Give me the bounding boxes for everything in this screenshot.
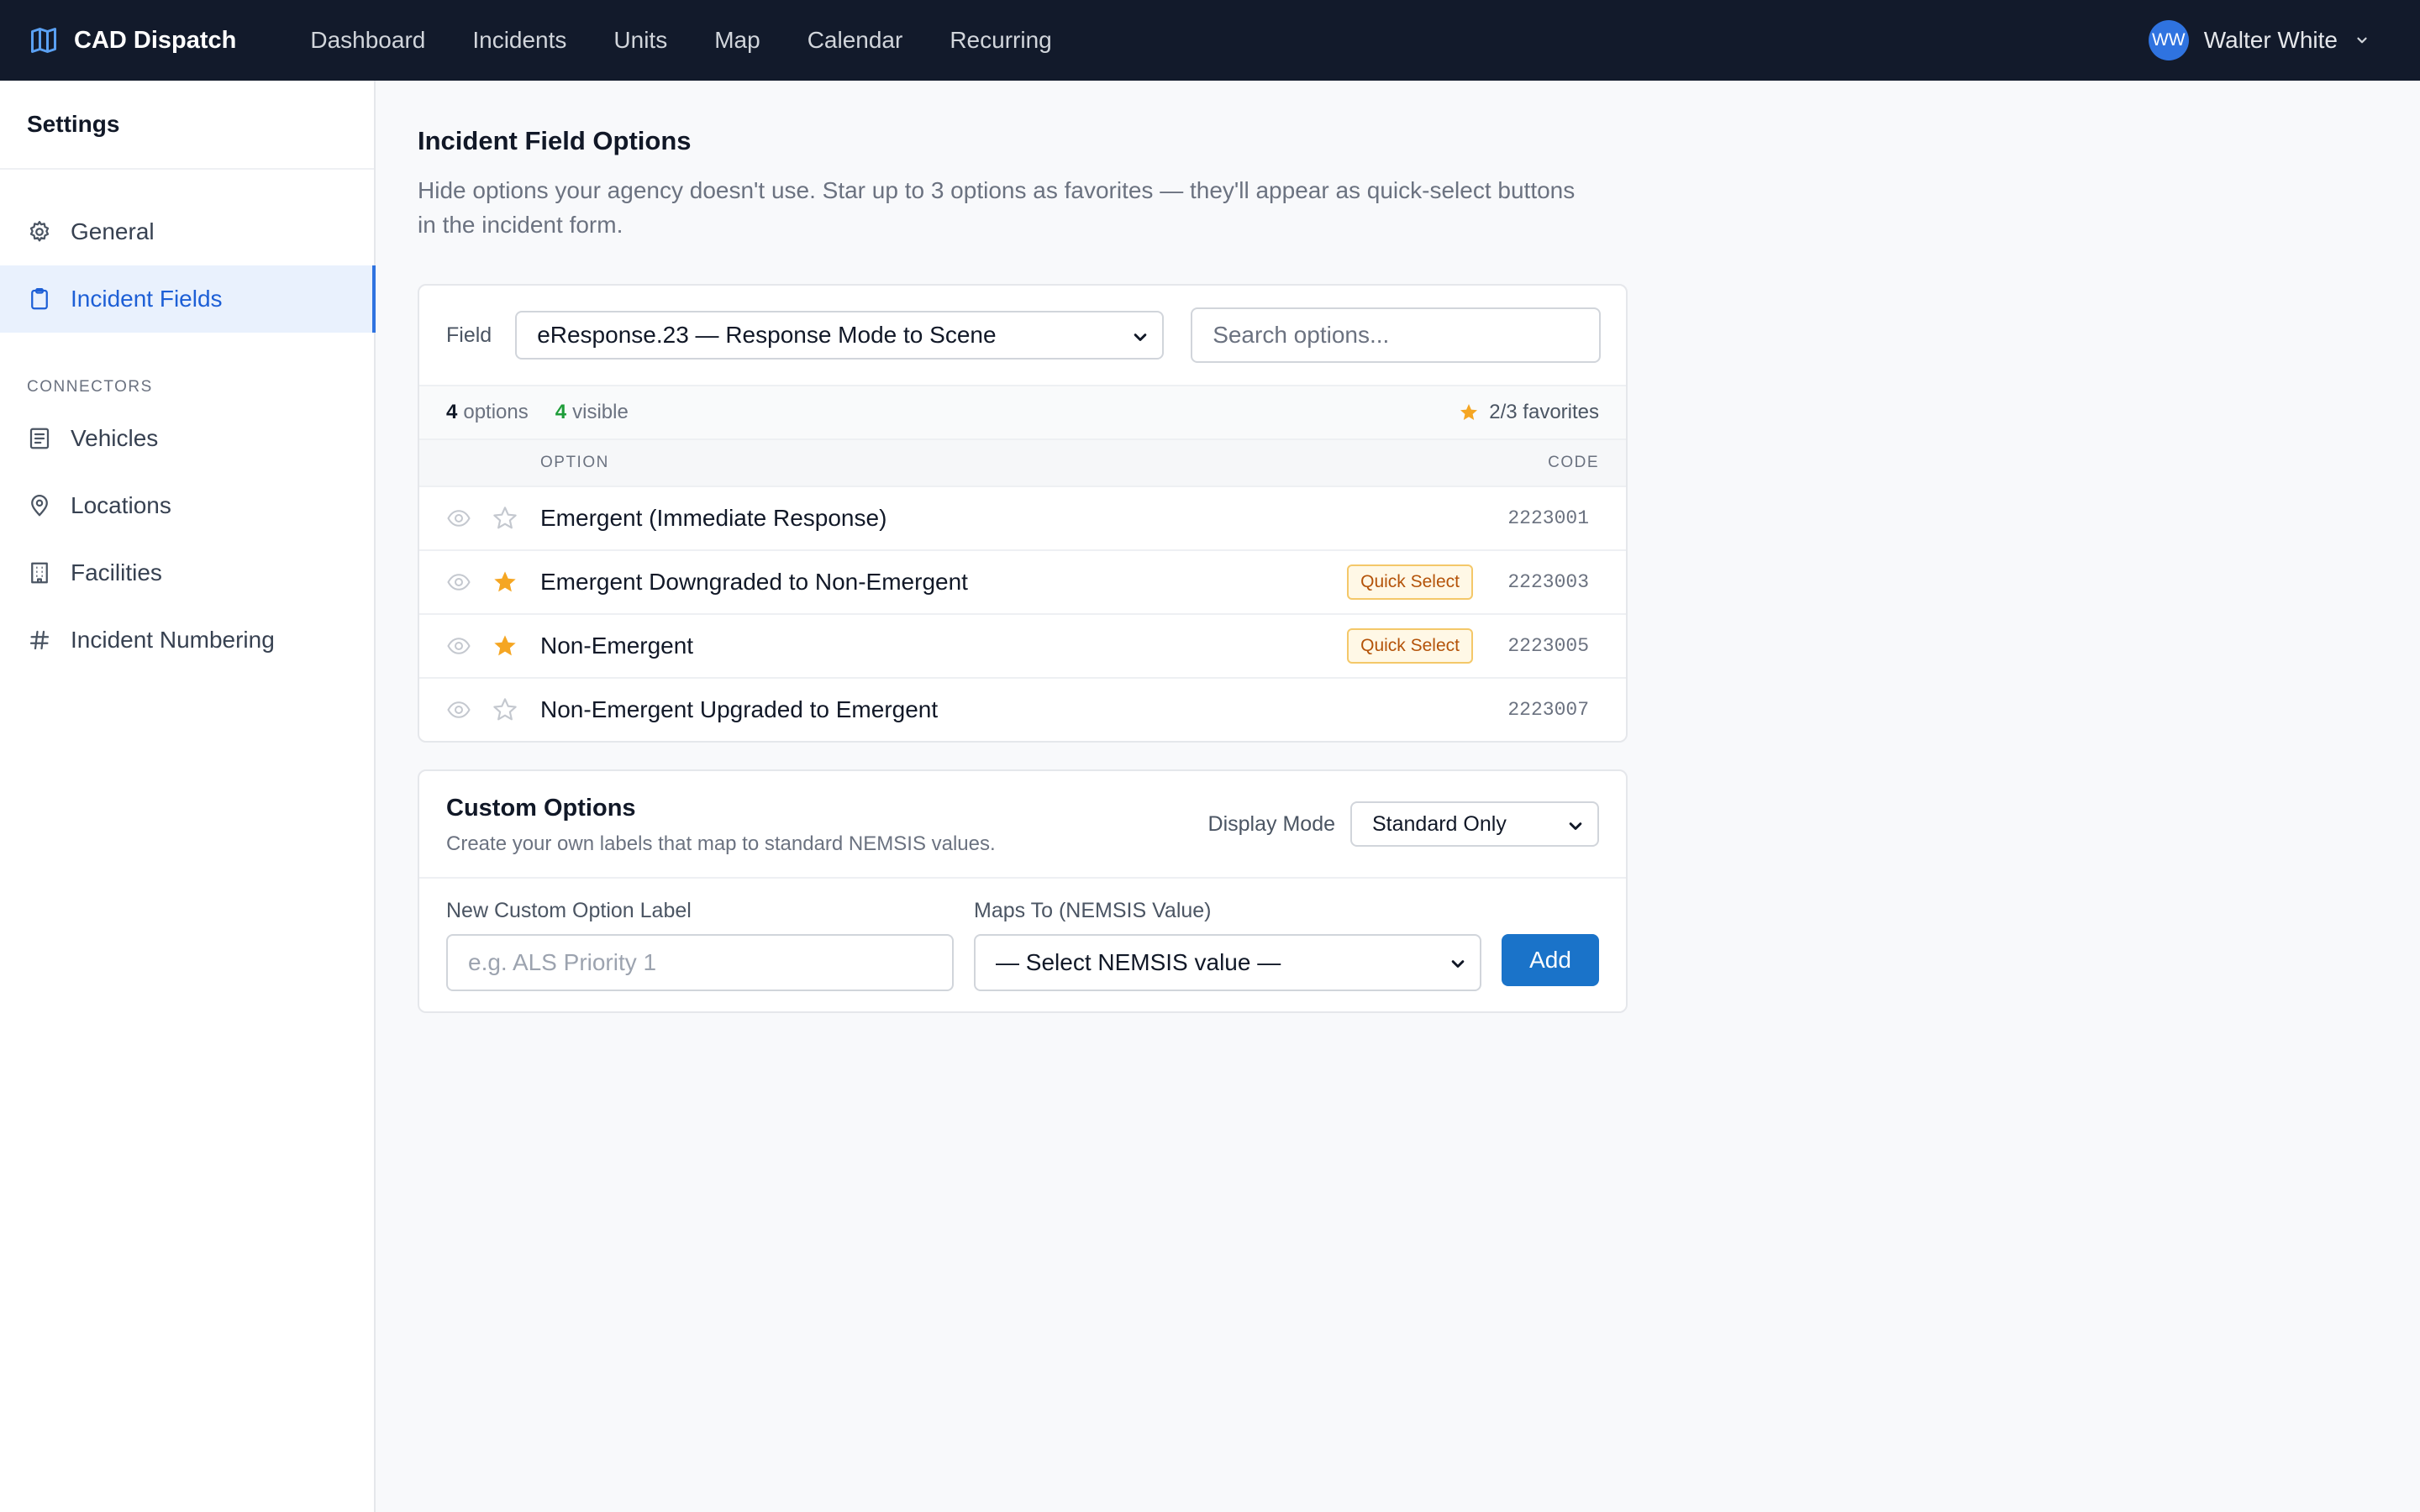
nav-incidents[interactable]: Incidents xyxy=(472,27,566,54)
star-filled-icon[interactable] xyxy=(492,633,518,659)
visible-count: 4 xyxy=(555,401,567,423)
option-label: Non-Emergent xyxy=(540,633,694,659)
sidebar-item-incident-fields[interactable]: Incident Fields xyxy=(0,265,376,333)
sidebar-item-incident-numbering[interactable]: Incident Numbering xyxy=(0,606,374,674)
option-code: 2223003 xyxy=(1507,571,1589,593)
options-count: 4 xyxy=(446,401,458,423)
clipboard-icon xyxy=(31,288,48,310)
top-nav-bar: CAD Dispatch Dashboard Incidents Units M… xyxy=(0,0,2420,81)
visible-count-label: visible xyxy=(572,401,629,423)
sidebar-item-label: Vehicles xyxy=(71,425,159,451)
user-menu[interactable]: WW Walter White xyxy=(2148,0,2370,81)
nav-units[interactable]: Units xyxy=(613,27,667,54)
chevron-down-icon xyxy=(1451,960,1465,968)
nav-dashboard[interactable]: Dashboard xyxy=(310,27,425,54)
nav-calendar[interactable]: Calendar xyxy=(808,27,903,54)
table-row: Non-Emergent Quick Select 2223005 xyxy=(419,613,1626,677)
column-header-option: OPTION xyxy=(540,454,609,471)
nemsis-select-value: — Select NEMSIS value — xyxy=(996,949,1281,975)
custom-options-title: Custom Options xyxy=(446,795,636,822)
search-options-input[interactable] xyxy=(1191,307,1602,363)
gear-icon xyxy=(29,221,50,242)
sidebar-item-vehicles[interactable]: Vehicles xyxy=(0,405,374,472)
app-name: CAD Dispatch xyxy=(74,26,237,54)
main-nav: Dashboard Incidents Units Map Calendar R… xyxy=(310,27,1098,54)
page-title: Incident Field Options xyxy=(418,126,692,155)
star-filled-icon[interactable] xyxy=(492,569,518,596)
building-icon xyxy=(31,562,48,584)
chevron-down-icon xyxy=(1569,822,1582,830)
display-mode-select[interactable]: Standard Only xyxy=(1350,801,1599,847)
maps-to-field-group: Maps To (NEMSIS Value) — Select NEMSIS v… xyxy=(974,899,1481,991)
filter-row: Field eResponse.23 — Response Mode to Sc… xyxy=(419,286,1626,385)
star-filled-icon xyxy=(1460,404,1478,420)
eye-icon[interactable] xyxy=(446,506,471,531)
star-outline-icon[interactable] xyxy=(492,505,518,532)
display-mode-control: Display Mode Standard Only xyxy=(1208,801,1599,847)
stats-row: 4 options 4 visible 2/3 favorites xyxy=(419,385,1626,438)
sidebar-item-locations[interactable]: Locations xyxy=(0,472,374,539)
sidebar-item-label: Incident Numbering xyxy=(71,627,275,653)
option-label: Non-Emergent Upgraded to Emergent xyxy=(540,696,939,722)
custom-options-subtitle: Create your own labels that map to stand… xyxy=(446,832,996,855)
sidebar-item-label: Facilities xyxy=(71,559,162,585)
add-button[interactable]: Add xyxy=(1502,934,1599,986)
quick-select-badge: Quick Select xyxy=(1347,564,1473,600)
chevron-down-icon xyxy=(2357,37,2367,44)
list-icon xyxy=(29,428,50,449)
avatar: WW xyxy=(2148,20,2189,60)
main-content: Incident Field Options Hide options your… xyxy=(418,81,1628,1013)
connectors-section-label: CONNECTORS xyxy=(27,378,153,396)
custom-options-header: Custom Options Create your own labels th… xyxy=(419,771,1626,879)
quick-select-badge: Quick Select xyxy=(1347,628,1473,664)
sidebar-item-label: General xyxy=(71,218,155,244)
sidebar-item-facilities[interactable]: Facilities xyxy=(0,539,374,606)
favorites-counter: 2/3 favorites xyxy=(1459,401,1599,424)
option-label: Emergent (Immediate Response) xyxy=(540,505,887,531)
nemsis-value-select[interactable]: — Select NEMSIS value — xyxy=(974,934,1481,991)
eye-icon[interactable] xyxy=(446,633,471,659)
custom-option-label-input[interactable] xyxy=(446,934,954,991)
chevron-down-icon xyxy=(1134,333,1147,341)
nav-map[interactable]: Map xyxy=(714,27,760,54)
hash-icon xyxy=(29,630,50,650)
sidebar-item-label: Locations xyxy=(71,492,171,518)
favorites-count: 2/3 favorites xyxy=(1489,401,1599,423)
option-code: 2223005 xyxy=(1507,635,1589,657)
column-header-code: CODE xyxy=(1548,454,1599,471)
star-outline-icon[interactable] xyxy=(492,696,518,723)
nav-recurring[interactable]: Recurring xyxy=(950,27,1051,54)
eye-icon[interactable] xyxy=(446,570,471,595)
option-label: Emergent Downgraded to Non-Emergent xyxy=(540,569,968,595)
option-code: 2223007 xyxy=(1507,699,1589,721)
table-row: Emergent (Immediate Response) 2223001 xyxy=(419,486,1626,549)
options-count-label: options xyxy=(463,401,529,423)
option-code: 2223001 xyxy=(1507,507,1589,529)
options-table-header: OPTION CODE xyxy=(419,438,1626,486)
table-row: Non-Emergent Upgraded to Emergent 222300… xyxy=(419,677,1626,741)
brand[interactable]: CAD Dispatch xyxy=(29,25,236,55)
field-label: Field xyxy=(446,323,492,347)
map-pin-icon xyxy=(31,495,48,517)
label-field-group: New Custom Option Label xyxy=(446,899,954,991)
settings-sidebar: Settings General Incident Fields CONNECT… xyxy=(0,81,376,1512)
user-name: Walter White xyxy=(2203,27,2338,53)
sidebar-item-general[interactable]: General xyxy=(0,198,374,265)
field-select-value: eResponse.23 — Response Mode to Scene xyxy=(537,322,997,348)
custom-option-form: New Custom Option Label Maps To (NEMSIS … xyxy=(419,879,1626,1011)
custom-options-card: Custom Options Create your own labels th… xyxy=(418,769,1628,1013)
display-mode-value: Standard Only xyxy=(1372,811,1507,836)
field-select[interactable]: eResponse.23 — Response Mode to Scene xyxy=(515,311,1165,360)
sidebar-title: Settings xyxy=(0,81,374,170)
sidebar-item-label: Incident Fields xyxy=(71,286,223,312)
new-option-label: New Custom Option Label xyxy=(446,899,692,922)
map-icon xyxy=(31,28,56,53)
field-options-card: Field eResponse.23 — Response Mode to Sc… xyxy=(418,284,1628,743)
table-row: Emergent Downgraded to Non-Emergent Quic… xyxy=(419,549,1626,613)
display-mode-label: Display Mode xyxy=(1207,811,1335,836)
eye-icon[interactable] xyxy=(446,697,471,722)
maps-to-label: Maps To (NEMSIS Value) xyxy=(974,899,1212,922)
page-description: Hide options your agency doesn't use. St… xyxy=(418,177,1576,238)
